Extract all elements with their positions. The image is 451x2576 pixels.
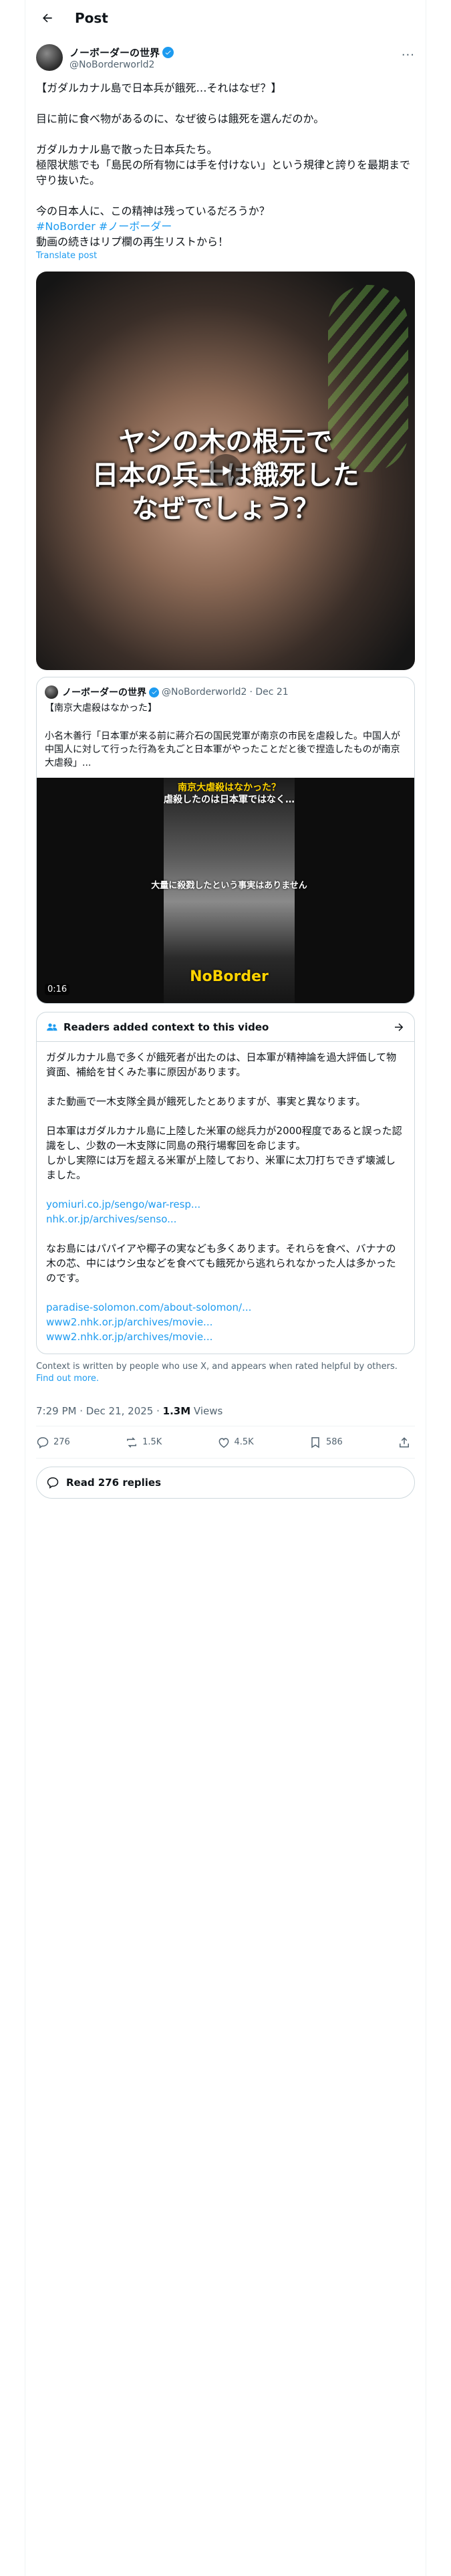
views-label: Views: [190, 1405, 223, 1417]
people-icon: [47, 1023, 57, 1031]
post-line: 今の日本人に、この精神は残っているだろうか？: [36, 205, 270, 217]
post-line: 目に前に食べ物があるのに、なぜ彼らは餓死を選んだのか。: [36, 112, 325, 125]
note-paragraph: ガダルカナル島で多くが餓死者が出たのは、日本軍が精神論を過大評価して物資面、補給…: [46, 1051, 397, 1078]
back-button[interactable]: [36, 7, 59, 29]
note-paragraph: なお島にはパパイアや椰子の実なども多くあります。それらを食べ、バナナの木の芯、中…: [46, 1243, 396, 1284]
note-link[interactable]: paradise-solomon.com/about-solomon/...: [46, 1300, 405, 1315]
community-note-title: Readers added context to this video: [63, 1021, 269, 1033]
main-column: Post ノーボーダーの世界 @NoBorderworld2 ··· 【ガダルカ…: [25, 0, 426, 2576]
bookmark-icon: [311, 1436, 319, 1448]
heart-icon: [218, 1437, 229, 1448]
quoted-video[interactable]: 南京大虐殺はなかった？ 虐殺したのは日本軍ではなく… 大量に殺戮したという事実は…: [37, 778, 414, 1003]
quoted-post[interactable]: ノーボーダーの世界 @NoBorderworld2 · Dec 21 【南京大虐…: [36, 677, 415, 1004]
like-button[interactable]: 4.5K: [217, 1436, 254, 1449]
video-duration: 0:16: [45, 984, 70, 995]
top-bar: Post: [25, 0, 426, 36]
bookmark-count: 586: [325, 1437, 343, 1447]
quoted-author-handle: @NoBorderworld2: [162, 687, 247, 697]
note-footer-text: Context is written by people who use X, …: [36, 1362, 398, 1372]
note-paragraph: 日本軍はガダルカナル島に上陸した米軍の総兵力が2000程度であると誤った認識をし…: [46, 1125, 402, 1181]
community-note: Readers added context to this video ガダルカ…: [36, 1012, 415, 1354]
share-icon: [400, 1436, 409, 1447]
community-note-body: ガダルカナル島で多くが餓死者が出たのは、日本軍が精神論を過大評価して物資面、補給…: [37, 1042, 414, 1354]
post-line: 【ガダルカナル島で日本兵が餓死…それはなぜ？】: [36, 82, 282, 94]
repost-icon: [127, 1436, 137, 1448]
note-links: yomiuri.co.jp/sengo/war-resp... nhk.or.j…: [46, 1197, 405, 1226]
post-timestamp[interactable]: 7:29 PM · Dec 21, 2025 ·: [36, 1405, 163, 1417]
hashtag-links[interactable]: #NoBorder #ノーボーダー: [36, 220, 172, 233]
page-title: Post: [75, 10, 108, 26]
arrow-left-icon: [43, 13, 52, 23]
quoted-video-caption: 南京大虐殺はなかった？: [178, 782, 281, 793]
post-meta: 7:29 PM · Dec 21, 2025 · 1.3M Views: [36, 1394, 415, 1426]
quoted-post-title: 【南京大虐殺はなかった】: [45, 703, 157, 714]
note-link[interactable]: www2.nhk.or.jp/archives/movie...: [46, 1329, 405, 1344]
like-count: 4.5K: [234, 1437, 254, 1447]
action-bar: 276 1.5K 4.5K 586: [36, 1426, 415, 1459]
verified-badge-icon: [162, 46, 174, 58]
author-handle[interactable]: @NoBorderworld2: [69, 60, 174, 70]
find-out-more-link[interactable]: Find out more.: [36, 1374, 99, 1384]
read-replies-label: Read 276 replies: [66, 1477, 162, 1489]
post-line: 極限状態でも「島民の所有物には手を付けない」という規律と誇りを最期まで守り抜いた…: [36, 158, 411, 187]
quoted-post-header: ノーボーダーの世界 @NoBorderworld2 · Dec 21: [37, 677, 414, 699]
community-note-footer: Context is written by people who use X, …: [25, 1354, 426, 1385]
post-author: ノーボーダーの世界 @NoBorderworld2 ···: [25, 36, 426, 71]
quoted-post-body: 小名木善行「日本軍が来る前に蔣介石の国民党軍が南京の市民を虐殺した。中国人が中国…: [45, 731, 400, 768]
video-player[interactable]: ヤシの木の根元で 日本の兵士は餓死した なぜでしょう？: [36, 272, 415, 670]
verified-badge-icon: [149, 687, 159, 697]
quoted-video-caption: 大量に殺戮したという事実はありません: [151, 881, 307, 891]
note-links: paradise-solomon.com/about-solomon/... w…: [46, 1300, 405, 1344]
note-link[interactable]: yomiuri.co.jp/sengo/war-resp...: [46, 1197, 405, 1212]
post-text: 【ガダルカナル島で日本兵が餓死…それはなぜ？】 目に前に食べ物があるのに、なぜ彼…: [25, 71, 426, 249]
quoted-post-date: · Dec 21: [249, 687, 289, 697]
post-line: 動画の続きはリプ欄の再生リストから！: [36, 235, 229, 248]
post-line: ガダルカナル島で散った日本兵たち。: [36, 143, 218, 156]
quoted-author-name: ノーボーダーの世界: [62, 687, 146, 698]
note-link[interactable]: nhk.or.jp/archives/senso...: [46, 1212, 405, 1226]
play-button[interactable]: [208, 454, 243, 488]
quoted-video-caption: 虐殺したのは日本軍ではなく…: [164, 794, 295, 805]
reply-icon: [37, 1436, 49, 1448]
bookmark-button[interactable]: 586: [309, 1436, 343, 1449]
reply-count: 276: [53, 1437, 70, 1447]
avatar: [45, 685, 58, 699]
reply-button[interactable]: 276: [36, 1436, 70, 1449]
read-replies-button[interactable]: Read 276 replies: [36, 1467, 415, 1499]
community-note-header[interactable]: Readers added context to this video: [37, 1012, 414, 1042]
author-name[interactable]: ノーボーダーの世界: [69, 45, 160, 60]
video-caption-line: なぜでしょう？: [131, 494, 320, 524]
view-count: 1.3M: [162, 1405, 191, 1417]
translate-link[interactable]: Translate post: [25, 249, 426, 261]
note-paragraph: また動画で一木支隊全員が餓死したとありますが、事実と異なります。: [46, 1095, 366, 1107]
more-options-icon[interactable]: ···: [402, 48, 415, 62]
arrow-right-icon[interactable]: [393, 1021, 405, 1033]
chat-bubble-icon: [47, 1477, 59, 1489]
repost-count: 1.5K: [142, 1437, 162, 1447]
note-link[interactable]: www2.nhk.or.jp/archives/movie...: [46, 1315, 405, 1329]
avatar[interactable]: [36, 44, 63, 71]
share-button[interactable]: [398, 1436, 415, 1449]
quoted-video-brand: NoBorder: [190, 968, 269, 985]
play-icon: [222, 465, 231, 476]
repost-button[interactable]: 1.5K: [125, 1436, 162, 1449]
